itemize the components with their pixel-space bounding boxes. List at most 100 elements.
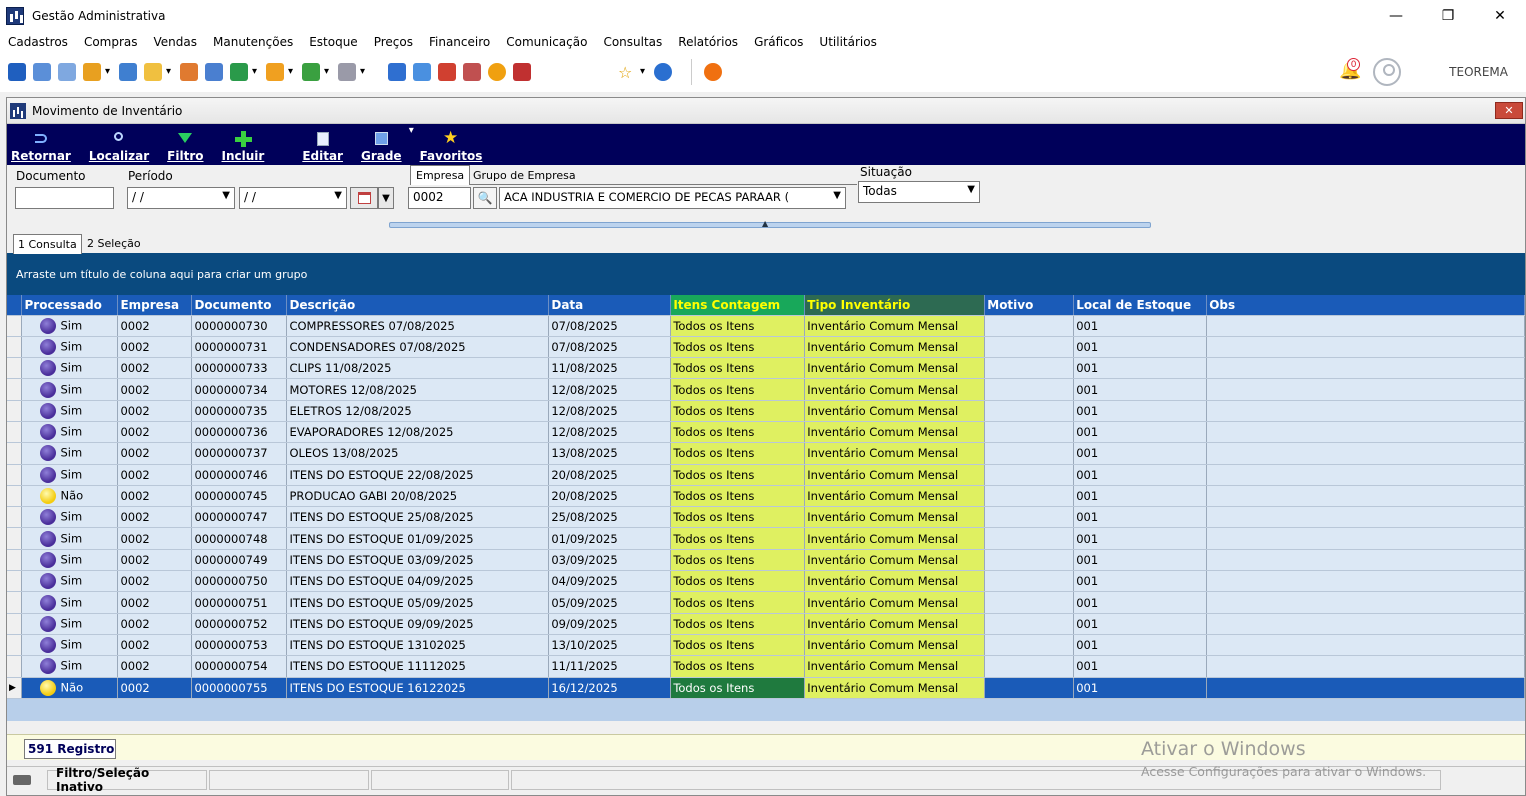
row-indicator[interactable] (7, 421, 23, 444)
menu-item[interactable]: Preços (374, 35, 413, 49)
chevron-down-icon[interactable]: ▼ (334, 190, 342, 201)
favoritos-button[interactable]: ★ Favoritos (420, 128, 483, 165)
row-indicator[interactable] (7, 655, 23, 678)
grupo-empresa-tab[interactable]: Grupo de Empresa (473, 169, 576, 182)
row-indicator[interactable] (7, 336, 23, 359)
menu-item[interactable]: Comunicação (506, 35, 587, 49)
form-icon[interactable] (119, 63, 137, 81)
table-row[interactable]: Sim 0002 0000000731 CONDENSADORES 07/08/202… (7, 336, 1525, 359)
row-indicator[interactable] (7, 357, 23, 380)
minimize-button[interactable]: — (1370, 0, 1422, 32)
menu-item[interactable]: Cadastros (8, 35, 68, 49)
row-indicator[interactable] (7, 315, 23, 337)
menu-item[interactable]: Utilitários (819, 35, 876, 49)
window-close-button[interactable]: ✕ (1495, 102, 1523, 119)
table-row[interactable]: Sim 0002 0000000749 ITENS DO ESTOQUE 03/09/… (7, 549, 1525, 572)
column-header[interactable]: Tipo Inventário (804, 295, 986, 316)
table-row[interactable]: Sim 0002 0000000730 COMPRESSORES 07/08/2025… (7, 315, 1525, 337)
tab-selecao[interactable]: 2 Seleção (83, 234, 145, 254)
info-icon[interactable] (654, 63, 672, 81)
row-indicator[interactable] (7, 570, 23, 593)
row-indicator[interactable] (7, 527, 23, 550)
documento-input[interactable] (15, 187, 114, 209)
row-indicator[interactable] (7, 442, 23, 465)
calculator-icon[interactable] (413, 63, 431, 81)
localizar-button[interactable]: Localizar (89, 131, 149, 165)
column-header[interactable]: Processado (21, 295, 119, 316)
row-indicator[interactable] (7, 378, 23, 401)
row-indicator[interactable] (7, 591, 23, 614)
table-row[interactable]: Sim 0002 0000000754 ITENS DO ESTOQUE 111120… (7, 655, 1525, 678)
column-header[interactable]: Itens Contagem (670, 295, 806, 316)
table-row[interactable]: ▶ Não 0002 0000000755 ITENS DO ESTOQUE 16122… (7, 677, 1525, 699)
incluir-button[interactable]: Incluir (222, 131, 264, 165)
periodo-start-input[interactable]: / / ▼ (127, 187, 235, 209)
calendar-dropdown[interactable]: ▼ (378, 187, 394, 209)
table-row[interactable]: Sim 0002 0000000748 ITENS DO ESTOQUE 01/09/… (7, 527, 1525, 550)
list-icon[interactable] (83, 63, 110, 81)
situacao-select[interactable]: Todas ▼ (858, 181, 980, 203)
box-icon[interactable] (266, 63, 293, 81)
menu-item[interactable]: Consultas (603, 35, 662, 49)
retornar-button[interactable]: Retornar (11, 131, 71, 165)
calendar-button[interactable] (350, 187, 378, 209)
row-indicator[interactable]: ▶ (7, 677, 23, 699)
cart-icon[interactable] (230, 63, 257, 81)
row-indicator[interactable] (7, 464, 23, 486)
printer-icon[interactable] (338, 63, 365, 81)
table-row[interactable]: Sim 0002 0000000753 ITENS DO ESTOQUE 131020… (7, 634, 1525, 657)
empresa-tab[interactable]: Empresa (410, 165, 471, 185)
column-chooser[interactable] (7, 295, 23, 316)
empresa-name-select[interactable]: ACA INDUSTRIA E COMERCIO DE PECAS PARAAR… (499, 187, 846, 209)
chevron-down-icon[interactable]: ▼ (222, 190, 230, 201)
table-row[interactable]: Sim 0002 0000000750 ITENS DO ESTOQUE 04/09/… (7, 570, 1525, 593)
calendar-alt-icon[interactable] (463, 63, 481, 81)
bank-icon[interactable] (205, 63, 223, 81)
column-header[interactable]: Empresa (117, 295, 193, 316)
grade-button[interactable]: Grade ▾ (361, 125, 414, 165)
menu-item[interactable]: Manutenções (213, 35, 293, 49)
table-row[interactable]: Sim 0002 0000000735 ELETROS 12/08/2025 12/08… (7, 400, 1525, 422)
menu-item[interactable]: Compras (84, 35, 138, 49)
bell-icon[interactable]: 🔔0 (1339, 58, 1363, 84)
row-indicator[interactable] (7, 485, 23, 508)
row-indicator[interactable] (7, 400, 23, 422)
splitter-handle[interactable] (389, 219, 1151, 228)
menu-item[interactable]: Financeiro (429, 35, 490, 49)
column-header[interactable]: Descrição (286, 295, 550, 316)
document-icon[interactable] (8, 63, 26, 81)
table-row[interactable]: Sim 0002 0000000751 ITENS DO ESTOQUE 05/09/… (7, 591, 1525, 614)
periodo-end-input[interactable]: / / ▼ (239, 187, 347, 209)
person-icon[interactable] (180, 63, 198, 81)
star-icon[interactable]: ☆ (618, 63, 645, 82)
filtro-button[interactable]: Filtro (167, 131, 204, 165)
menu-item[interactable]: Relatórios (678, 35, 738, 49)
column-header[interactable]: Motivo (984, 295, 1075, 316)
table-row[interactable]: Sim 0002 0000000736 EVAPORADORES 12/08/2025… (7, 421, 1525, 444)
table-row[interactable]: Não 0002 0000000745 PRODUCAO GABI 20/08/202… (7, 485, 1525, 508)
card-icon[interactable] (58, 63, 76, 81)
close-button[interactable]: ✕ (1474, 0, 1526, 32)
clock-icon[interactable] (488, 63, 506, 81)
group-by-band[interactable]: Arraste um título de coluna aqui para cr… (7, 253, 1525, 295)
folder-icon[interactable] (144, 63, 171, 81)
column-header[interactable]: Obs (1206, 295, 1525, 316)
money-icon[interactable] (302, 63, 329, 81)
calendar-icon[interactable] (438, 63, 456, 81)
table-row[interactable]: Sim 0002 0000000746 ITENS DO ESTOQUE 22/08/… (7, 464, 1525, 486)
chevron-down-icon[interactable]: ▼ (831, 190, 841, 201)
row-indicator[interactable] (7, 613, 23, 635)
chevron-down-icon[interactable]: ▾ (409, 125, 414, 136)
power-icon[interactable] (704, 63, 722, 81)
menu-item[interactable]: Gráficos (754, 35, 803, 49)
row-indicator[interactable] (7, 549, 23, 572)
column-header[interactable]: Data (548, 295, 672, 316)
users-icon[interactable] (33, 63, 51, 81)
report-icon[interactable] (388, 63, 406, 81)
editar-button[interactable]: Editar (302, 131, 343, 165)
chevron-down-icon[interactable]: ▼ (967, 184, 975, 195)
table-row[interactable]: Sim 0002 0000000734 MOTORES 12/08/2025 12/08… (7, 378, 1525, 401)
chart-icon[interactable] (513, 63, 531, 81)
table-row[interactable]: Sim 0002 0000000737 OLEOS 13/08/2025 13/08/2… (7, 442, 1525, 465)
avatar[interactable] (1373, 58, 1402, 86)
